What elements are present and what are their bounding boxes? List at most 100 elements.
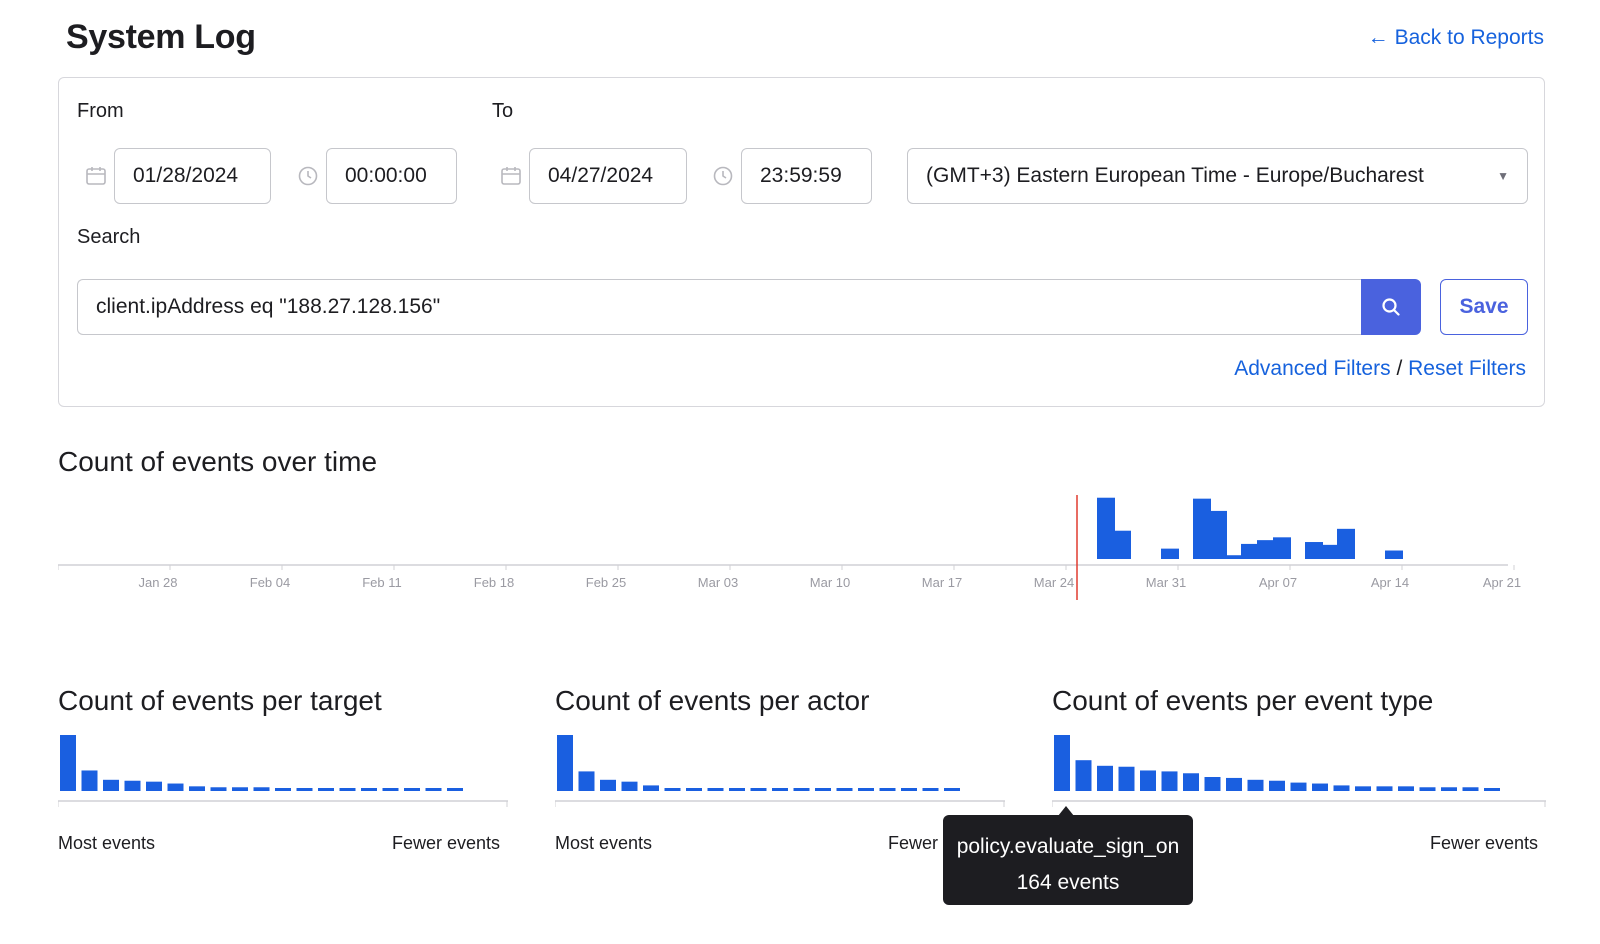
events-per-actor-bar[interactable] xyxy=(578,771,595,791)
search-button[interactable] xyxy=(1361,279,1421,335)
events-per-target-bar[interactable] xyxy=(124,780,141,791)
timeline-tick-label: Apr 21 xyxy=(1483,575,1521,590)
timeline-bar[interactable] xyxy=(1161,548,1179,559)
tooltip-event-name: policy.evaluate_sign_on xyxy=(956,835,1180,858)
events-per-event-type-bar[interactable] xyxy=(1269,780,1285,791)
events-per-actor-bar[interactable] xyxy=(707,788,724,791)
target-fewer-events: Fewer events xyxy=(392,833,501,853)
events-per-actor-bar[interactable] xyxy=(729,788,745,791)
events-per-event-type-bar[interactable] xyxy=(1484,788,1500,791)
events-per-actor-bar[interactable] xyxy=(922,788,939,791)
events-per-event-type-bar[interactable] xyxy=(1054,735,1070,791)
timeline-bar[interactable] xyxy=(1097,497,1115,559)
events-per-event-type-bar[interactable] xyxy=(1290,782,1307,791)
events-per-event-type-bar[interactable] xyxy=(1441,787,1457,791)
events-per-actor-bar[interactable] xyxy=(901,788,917,791)
events-per-actor-bar[interactable] xyxy=(879,788,896,791)
events-per-actor-bar[interactable] xyxy=(621,781,638,791)
events-per-event-type-bar[interactable] xyxy=(1226,777,1242,791)
events-per-event-type-bar[interactable] xyxy=(1247,779,1264,791)
save-button[interactable]: Save xyxy=(1440,279,1528,335)
timeline-bar[interactable] xyxy=(1193,498,1211,559)
events-per-target-bar[interactable] xyxy=(404,788,420,791)
events-per-target-bar[interactable] xyxy=(296,788,313,791)
events-per-target-bar[interactable] xyxy=(253,787,270,791)
events-per-target-bar[interactable] xyxy=(146,781,162,791)
back-to-reports-link[interactable]: ← Back to Reports xyxy=(1368,26,1544,50)
events-per-target-bar[interactable] xyxy=(60,735,76,791)
events-per-event-type-bar[interactable] xyxy=(1355,786,1371,791)
events-per-target-bar[interactable] xyxy=(339,788,356,791)
events-per-actor-bar[interactable] xyxy=(600,779,616,791)
events-per-actor-bar[interactable] xyxy=(557,735,573,791)
timeline-bar[interactable] xyxy=(1241,543,1259,559)
calendar-icon xyxy=(86,167,106,185)
events-per-event-type-bar[interactable] xyxy=(1419,787,1436,791)
events-per-event-type-bar[interactable] xyxy=(1118,766,1135,791)
events-per-actor-bar[interactable] xyxy=(793,788,810,791)
timeline-bar[interactable] xyxy=(1209,510,1227,559)
search-input[interactable]: client.ipAddress eq "188.27.128.156" xyxy=(77,279,1361,335)
events-per-event-type-bar[interactable] xyxy=(1398,786,1414,791)
timeline-tick-label: Feb 25 xyxy=(586,575,626,590)
timeline-bar[interactable] xyxy=(1273,537,1291,559)
events-per-target-bar[interactable] xyxy=(382,788,399,791)
events-per-actor-bar[interactable] xyxy=(815,788,831,791)
timeline-bar[interactable] xyxy=(1321,544,1339,559)
events-per-target-bar[interactable] xyxy=(103,779,119,791)
event-type-chart-title: Count of events per event type xyxy=(1052,685,1434,716)
events-per-event-type-bar[interactable] xyxy=(1462,787,1479,791)
events-per-event-type-bar[interactable] xyxy=(1333,785,1350,791)
events-per-actor-bar[interactable] xyxy=(944,788,960,791)
timeline-bar[interactable] xyxy=(1385,550,1403,559)
events-per-target-bar[interactable] xyxy=(447,788,463,791)
timeline-tick-label: Mar 17 xyxy=(922,575,962,590)
events-per-target-bar[interactable] xyxy=(81,770,98,791)
timezone-select[interactable]: (GMT+3) Eastern European Time - Europe/B… xyxy=(907,148,1528,204)
events-per-event-type-bar[interactable] xyxy=(1161,771,1178,791)
events-per-actor-bar[interactable] xyxy=(772,788,788,791)
events-per-actor-bar[interactable] xyxy=(836,788,853,791)
events-per-target-chart xyxy=(58,735,508,807)
events-per-event-type-bar[interactable] xyxy=(1376,786,1393,791)
events-per-actor-bar[interactable] xyxy=(858,788,874,791)
timeline-bar[interactable] xyxy=(1257,540,1275,559)
events-per-event-type-bar[interactable] xyxy=(1140,770,1156,791)
timeline-bar[interactable] xyxy=(1337,528,1355,559)
events-per-event-type-bar[interactable] xyxy=(1312,783,1328,791)
page-title: System Log xyxy=(66,18,256,56)
from-time-input[interactable]: 00:00:00 xyxy=(326,148,457,204)
target-chart-title: Count of events per target xyxy=(58,685,382,716)
events-per-actor-bar[interactable] xyxy=(686,788,702,791)
timeline-bar[interactable] xyxy=(1225,555,1243,559)
timeline-tick-label: Apr 07 xyxy=(1259,575,1297,590)
events-per-target-bar[interactable] xyxy=(189,786,205,791)
advanced-filters-link[interactable]: Advanced Filters xyxy=(1234,357,1390,380)
timeline-bar[interactable] xyxy=(1113,530,1131,559)
filter-links: Advanced Filters / Reset Filters xyxy=(1234,357,1526,381)
from-label: From xyxy=(77,100,124,122)
events-per-actor-bar[interactable] xyxy=(643,785,659,791)
timeline-bar[interactable] xyxy=(1305,542,1323,559)
events-per-actor-bar[interactable] xyxy=(750,788,767,791)
to-date-input[interactable]: 04/27/2024 xyxy=(529,148,687,204)
filter-panel: From To 01/28/2024 00:00:00 04/27/2024 2… xyxy=(58,77,1545,407)
events-per-event-type-bar[interactable] xyxy=(1075,760,1092,791)
timeline-tick-label: Mar 10 xyxy=(810,575,850,590)
events-per-target-bar[interactable] xyxy=(425,788,442,791)
events-per-target-bar[interactable] xyxy=(210,787,227,791)
caret-down-icon: ▼ xyxy=(1497,169,1509,183)
to-time-input[interactable]: 23:59:59 xyxy=(741,148,872,204)
events-per-target-bar[interactable] xyxy=(361,788,377,791)
events-per-target-bar[interactable] xyxy=(318,788,334,791)
events-per-target-bar[interactable] xyxy=(275,788,291,791)
from-date-input[interactable]: 01/28/2024 xyxy=(114,148,271,204)
events-per-event-type-bar[interactable] xyxy=(1183,773,1199,791)
events-per-target-bar[interactable] xyxy=(232,787,248,791)
events-per-event-type-bar[interactable] xyxy=(1204,777,1221,791)
events-per-target-bar[interactable] xyxy=(167,783,184,791)
events-per-actor-bar[interactable] xyxy=(664,788,681,791)
clock-icon xyxy=(298,166,318,186)
reset-filters-link[interactable]: Reset Filters xyxy=(1408,357,1526,380)
events-per-event-type-bar[interactable] xyxy=(1097,765,1113,791)
